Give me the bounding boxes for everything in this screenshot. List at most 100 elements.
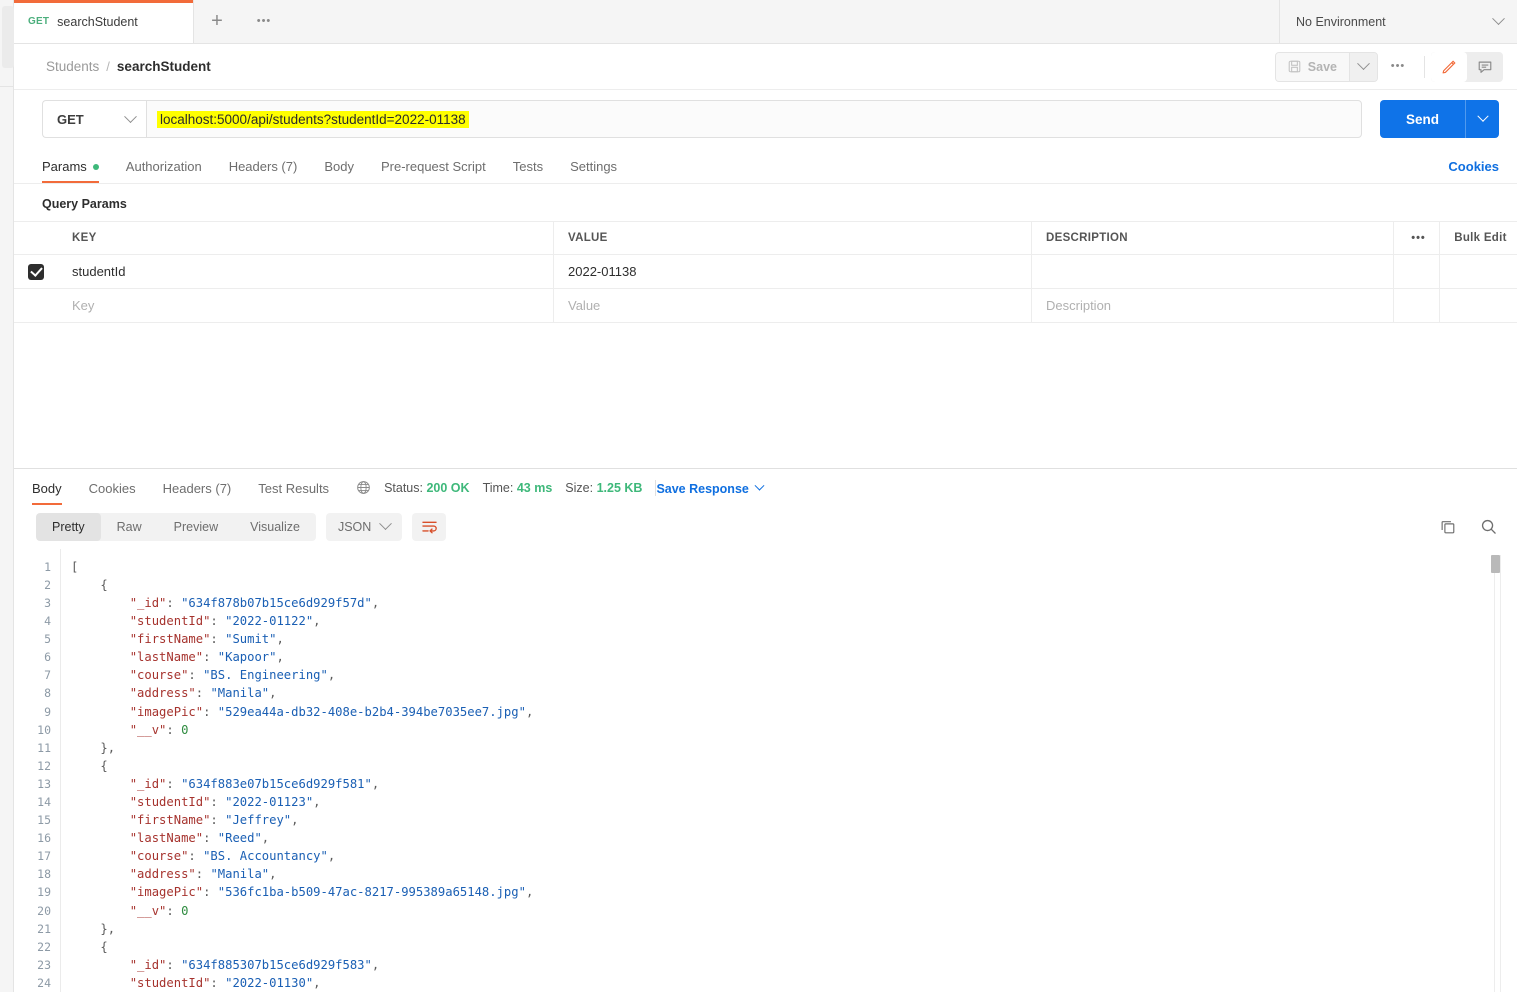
active-tab-indicator	[14, 0, 193, 3]
search-response-button[interactable]	[1473, 513, 1503, 541]
code-token: :	[203, 704, 218, 719]
code-token: "Manila"	[210, 686, 270, 701]
code-token: :	[166, 776, 182, 791]
edit-request-button[interactable]	[1431, 51, 1467, 82]
send-dropdown-button[interactable]	[1465, 100, 1499, 138]
chevron-down-icon	[1492, 12, 1505, 26]
code-token: "studentId"	[129, 975, 211, 990]
line-number: 11	[37, 740, 51, 755]
status-label-group: Status: 200 OK	[384, 481, 470, 495]
request-tab-strip: GET searchStudent + ••• No Environment	[14, 0, 1517, 44]
code-token: "BS. Accountancy"	[203, 849, 328, 864]
line-number: 15	[37, 813, 51, 828]
line-number: 4	[44, 614, 51, 629]
request-more-options-button[interactable]: •••	[1378, 52, 1418, 82]
code-line: {	[71, 757, 1517, 775]
tab-pre-request-script-label: Pre-request Script	[380, 159, 486, 174]
placeholder-key-cell[interactable]: Key	[58, 289, 554, 322]
code-token: "Manila"	[210, 867, 270, 882]
chevron-down-icon	[124, 109, 137, 123]
tabstrip-spacer	[288, 0, 1279, 43]
code-token: "course"	[129, 668, 189, 683]
code-token: "firstName"	[129, 813, 211, 828]
code-line: "studentId": "2022-01130",	[71, 974, 1517, 992]
row-value-value: 2022-01138	[568, 264, 637, 279]
view-mode-visualize[interactable]: Visualize	[234, 513, 316, 541]
bulk-edit-button[interactable]: Bulk Edit	[1440, 222, 1517, 254]
table-options-button[interactable]: •••	[1394, 222, 1440, 254]
response-toolbar: Pretty Raw Preview Visualize JSON	[14, 505, 1517, 549]
copy-response-button[interactable]	[1433, 513, 1463, 541]
http-method-select[interactable]: GET	[42, 100, 146, 138]
code-token: "536fc1ba-b509-47ac-8217-995389a65148.jp…	[217, 885, 526, 900]
row-key-cell[interactable]: studentId	[58, 255, 554, 288]
placeholder-description-cell[interactable]: Description	[1032, 289, 1394, 322]
tab-tests[interactable]: Tests	[513, 159, 543, 183]
view-mode-raw[interactable]: Raw	[101, 513, 158, 541]
placeholder-value-cell[interactable]: Value	[554, 289, 1032, 322]
tab-headers[interactable]: Headers (7)	[229, 159, 298, 183]
line-number: 14	[37, 794, 51, 809]
environment-selector[interactable]: No Environment	[1279, 0, 1517, 43]
size-label: Size:	[565, 480, 594, 495]
code-token: "634f878b07b15ce6d929f57d"	[181, 595, 372, 610]
tab-params[interactable]: Params	[42, 159, 99, 183]
table-row-placeholder: Key Value Description	[14, 289, 1517, 322]
save-response-button[interactable]: Save Response	[656, 480, 765, 505]
code-token: "Reed"	[217, 831, 262, 846]
view-mode-pretty[interactable]: Pretty	[36, 512, 101, 541]
code-token: "imagePic"	[129, 704, 204, 719]
comments-button[interactable]	[1467, 52, 1503, 82]
save-button[interactable]: Save	[1275, 52, 1349, 81]
response-scrollbar-track[interactable]	[1494, 554, 1501, 992]
line-number: 24	[37, 975, 51, 990]
line-number: 2	[44, 577, 51, 592]
tab-options-button[interactable]: •••	[240, 0, 288, 43]
cookies-link[interactable]: Cookies	[1448, 159, 1499, 183]
code-line: {	[71, 938, 1517, 956]
request-section-tabs: Params Authorization Headers (7) Body Pr…	[14, 148, 1517, 184]
breadcrumb-request[interactable]: searchStudent	[117, 59, 211, 74]
tab-pre-request-script[interactable]: Pre-request Script	[381, 159, 486, 183]
response-tab-headers[interactable]: Headers (7)	[163, 481, 232, 505]
code-token: ,	[371, 595, 380, 610]
response-body-viewer[interactable]: 1 2 3 4 5 6 7 8 9 10 11 12 13 14 15 16 17 18 19 20 21 22 23 24 …	[14, 548, 1517, 992]
response-scrollbar-thumb[interactable]	[1491, 554, 1500, 573]
line-number-gutter: 1 2 3 4 5 6 7 8 9 10 11 12 13 14 15 16 17 18 19 20 21 22 23 24	[14, 549, 60, 992]
chevron-down-icon	[1476, 110, 1489, 122]
row-key-value: studentId	[72, 264, 126, 279]
breadcrumb-collection[interactable]: Students	[46, 59, 99, 74]
code-line: "_id": "634f885307b15ce6d929f583",	[71, 956, 1517, 974]
code-token: "529ea44a-db32-408e-b2b4-394be7035ee7.jp…	[217, 704, 526, 719]
url-input[interactable]: localhost:5000/api/students?studentId=20…	[146, 100, 1362, 138]
response-tab-test-results[interactable]: Test Results	[258, 481, 329, 505]
tab-authorization[interactable]: Authorization	[126, 159, 202, 183]
row-value-cell[interactable]: 2022-01138	[554, 255, 1032, 288]
response-tab-cookies[interactable]: Cookies	[89, 481, 136, 505]
request-empty-space	[14, 323, 1517, 468]
placeholder-options-cell	[1394, 289, 1440, 322]
response-body-code[interactable]: [ { "_id": "634f878b07b15ce6d929f57d", "…	[60, 548, 1517, 992]
wrap-lines-button[interactable]	[412, 512, 447, 541]
code-token: "__v"	[129, 722, 167, 737]
request-tab-searchstudent[interactable]: GET searchStudent	[14, 0, 194, 43]
new-tab-button[interactable]: +	[194, 0, 240, 43]
code-token: ,	[327, 668, 336, 683]
status-label: Status:	[384, 480, 423, 495]
response-format-select[interactable]: JSON	[325, 512, 403, 541]
code-line: "imagePic": "536fc1ba-b509-47ac-8217-995…	[71, 883, 1517, 901]
send-button[interactable]: Send	[1380, 100, 1465, 138]
row-enabled-checkbox[interactable]	[28, 263, 44, 280]
save-dropdown-button[interactable]	[1349, 52, 1377, 81]
tab-settings[interactable]: Settings	[570, 159, 617, 183]
status-value: 200 OK	[426, 480, 470, 495]
view-mode-preview[interactable]: Preview	[158, 513, 234, 541]
time-value: 43 ms	[516, 480, 553, 495]
tab-body[interactable]: Body	[324, 159, 354, 183]
row-description-cell[interactable]	[1032, 255, 1394, 288]
save-disk-icon	[1288, 60, 1301, 73]
response-tab-body[interactable]: Body	[32, 481, 62, 505]
code-token: :	[203, 831, 218, 846]
size-label-group: Size: 1.25 KB	[565, 481, 642, 495]
query-params-title: Query Params	[42, 197, 127, 211]
